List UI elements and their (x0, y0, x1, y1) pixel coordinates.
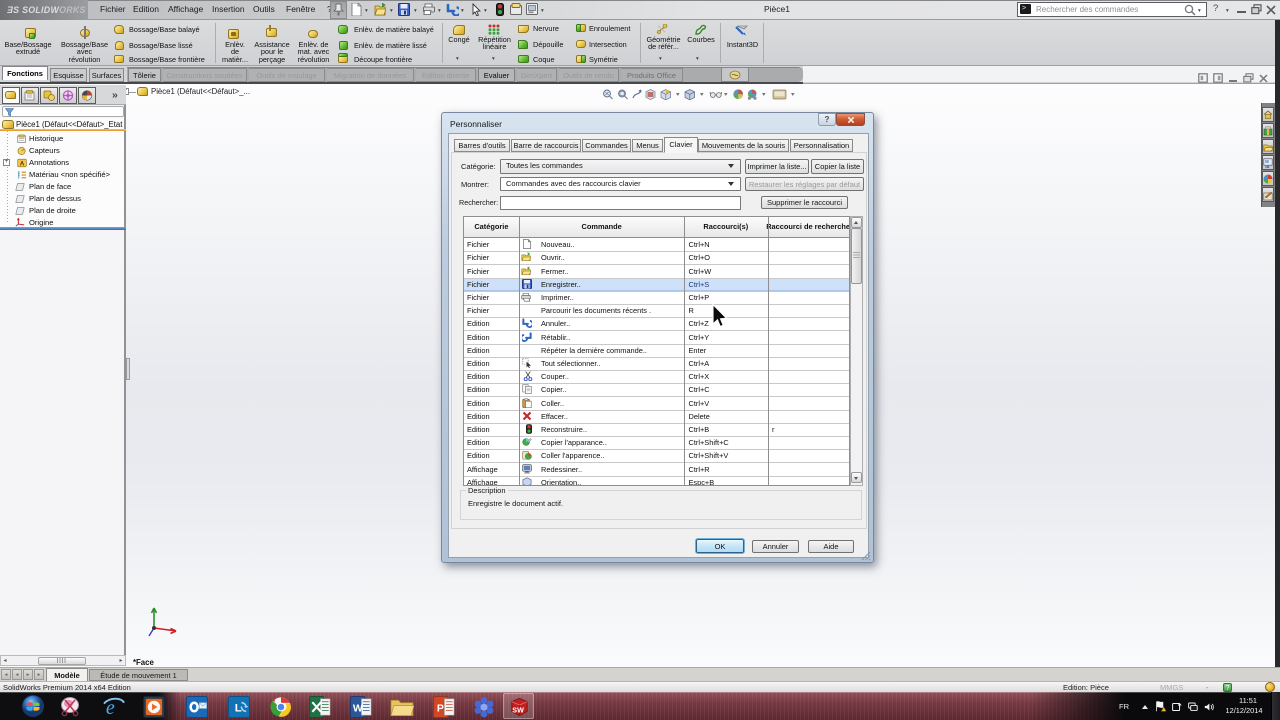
svg-text:L: L (235, 702, 242, 714)
svg-text:W: W (353, 702, 363, 714)
svg-text:SW: SW (512, 706, 524, 714)
svg-text:A: A (20, 160, 25, 167)
svg-text:P: P (437, 702, 444, 714)
svg-text:!: ! (1162, 708, 1163, 712)
